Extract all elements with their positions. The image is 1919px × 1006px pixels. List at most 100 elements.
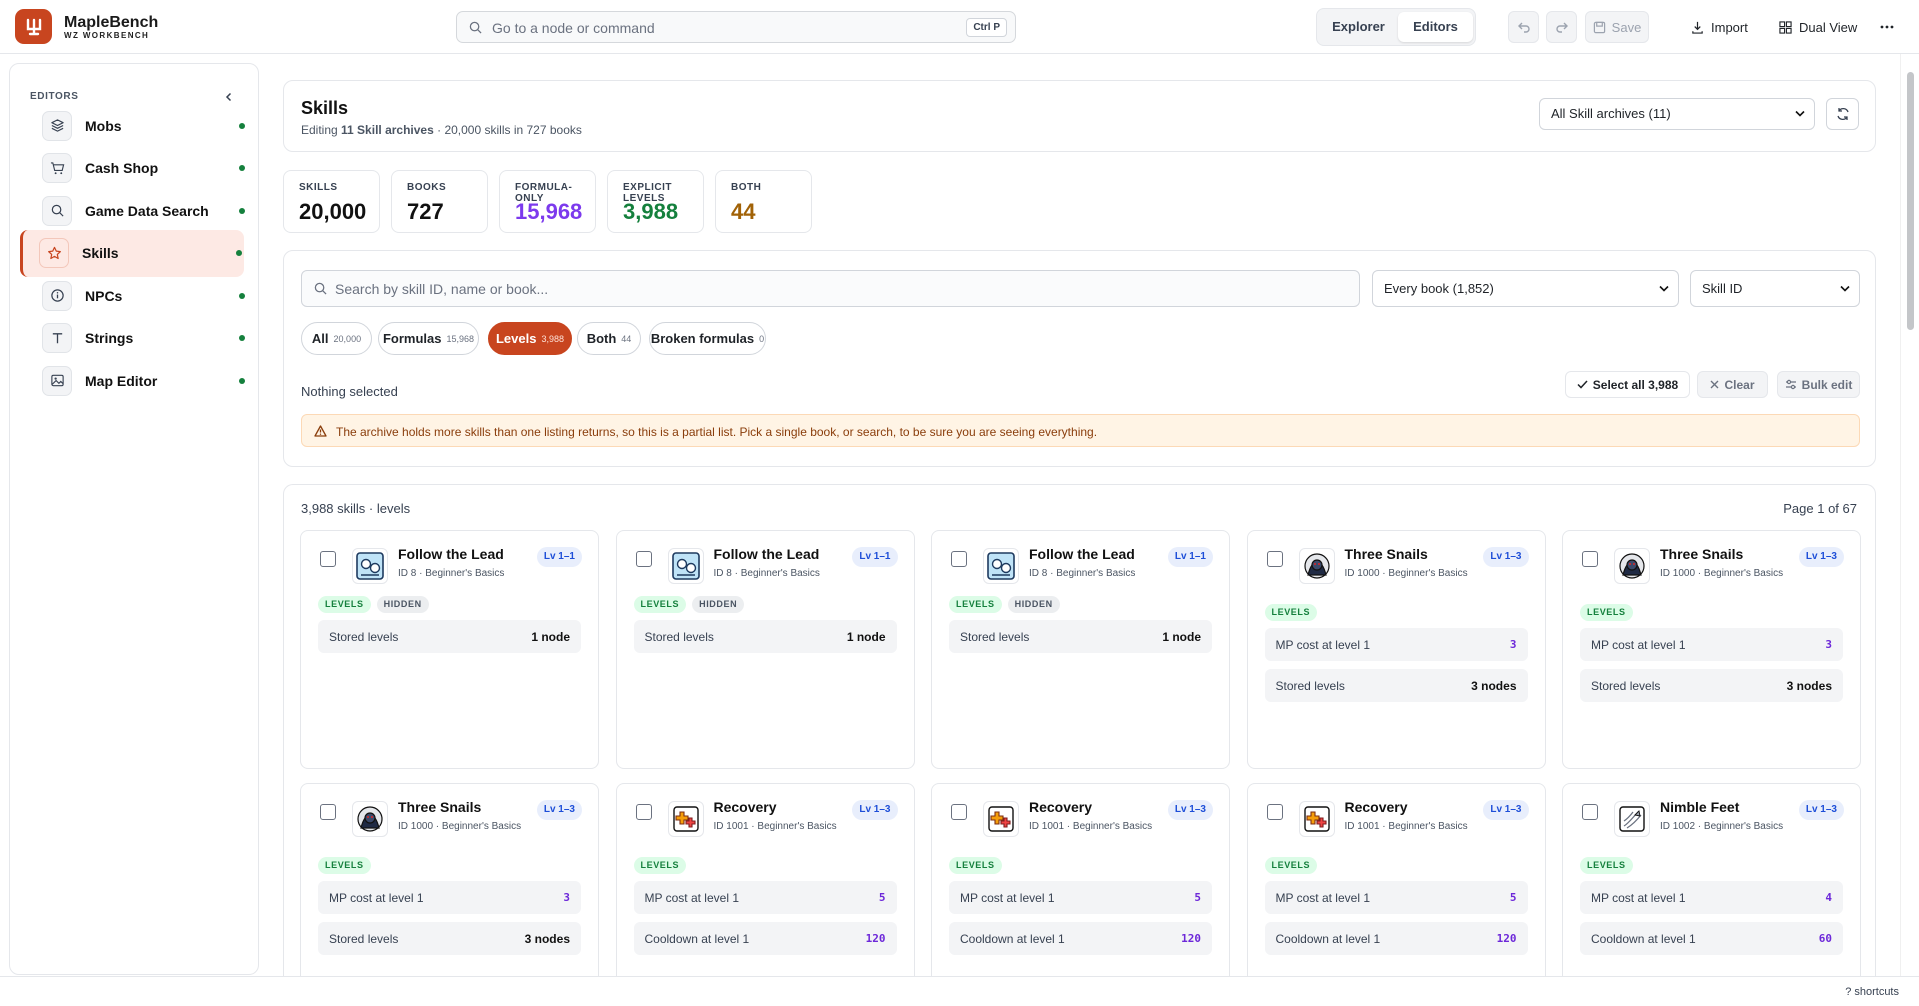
field-row[interactable]: Stored levels 3 nodes xyxy=(1580,669,1843,702)
field-row[interactable]: Cooldown at level 1 120 xyxy=(1264,922,1528,955)
skill-card[interactable]: Recovery ID 1001 · Beginner's Basics Lv 1–… xyxy=(1246,783,1546,976)
field-row[interactable]: Cooldown at level 1 120 xyxy=(633,922,897,955)
skill-card[interactable]: Follow the Lead ID 8 · Beginner's Basics L… xyxy=(615,530,915,769)
dual-view-label: Dual View xyxy=(1799,19,1858,35)
field-row[interactable]: Stored levels 1 node xyxy=(949,620,1212,653)
sidebar-item-cash-shop[interactable]: Cash Shop xyxy=(23,145,247,192)
field-row[interactable]: MP cost at level 1 5 xyxy=(633,881,897,914)
card-fields: Stored levels 1 node xyxy=(318,620,581,661)
field-label: MP cost at level 1 xyxy=(329,890,424,905)
filter-pill-broken-formulas[interactable]: Broken formulas 0 xyxy=(649,322,766,355)
card-checkbox[interactable] xyxy=(951,551,967,567)
mode-explorer-button[interactable]: Explorer xyxy=(1320,12,1397,42)
sidebar-item-npcs[interactable]: NPCs xyxy=(23,272,247,319)
skill-card[interactable]: Nimble Feet ID 1002 · Beginner's Basics Lv… xyxy=(1562,783,1861,976)
skill-card[interactable]: Three Snails ID 1000 · Beginner's Basics L… xyxy=(1562,530,1861,769)
shortcuts-hint[interactable]: ? shortcuts xyxy=(1845,986,1899,998)
field-row[interactable]: Stored levels 1 node xyxy=(633,620,897,653)
card-checkbox[interactable] xyxy=(951,804,967,820)
pill-label: Broken formulas xyxy=(650,331,755,346)
card-checkbox[interactable] xyxy=(320,804,336,820)
level-badge: Lv 1–3 xyxy=(852,800,898,820)
field-row[interactable]: MP cost at level 1 5 xyxy=(949,881,1212,914)
clear-button[interactable]: Clear xyxy=(1697,371,1768,398)
recovery-icon xyxy=(667,801,704,837)
scrollbar-thumb[interactable] xyxy=(1907,72,1914,330)
level-badge: Lv 1–3 xyxy=(1167,800,1213,820)
app-logo[interactable] xyxy=(15,9,52,44)
more-menu-button[interactable] xyxy=(1880,11,1894,43)
undo-button[interactable] xyxy=(1508,11,1539,43)
sidebar-item-label: Mobs xyxy=(85,117,122,134)
bulk-edit-button[interactable]: Bulk edit xyxy=(1777,371,1860,398)
card-fields: MP cost at level 1 3 Stored levels 3 nodes xyxy=(1264,628,1528,710)
main-scrollbar[interactable] xyxy=(1900,54,1919,976)
skill-card[interactable]: Recovery ID 1001 · Beginner's Basics Lv 1–… xyxy=(931,783,1230,976)
skill-search-input[interactable]: Search by skill ID, name or book... xyxy=(301,270,1360,307)
field-row[interactable]: Stored levels 1 node xyxy=(318,620,581,653)
field-value: 3 nodes xyxy=(1471,678,1517,693)
skill-card[interactable]: Three Snails ID 1000 · Beginner's Basics L… xyxy=(1246,530,1546,769)
filter-panel: Search by skill ID, name or book... Ever… xyxy=(283,250,1876,467)
card-checkbox[interactable] xyxy=(1582,804,1598,820)
skill-card[interactable]: Recovery ID 1001 · Beginner's Basics Lv 1–… xyxy=(615,783,915,976)
sidebar-item-map-editor[interactable]: Map Editor xyxy=(23,357,247,404)
mode-editors-button[interactable]: Editors xyxy=(1398,12,1473,42)
skill-card[interactable]: Follow the Lead ID 8 · Beginner's Basics L… xyxy=(300,530,599,769)
search-placeholder: Search by skill ID, name or book... xyxy=(335,281,549,297)
field-row[interactable]: Stored levels 3 nodes xyxy=(1264,669,1528,702)
card-checkbox[interactable] xyxy=(320,551,336,567)
field-value: 1 node xyxy=(1162,629,1201,644)
skill-card[interactable]: Three Snails ID 1000 · Beginner's Basics L… xyxy=(300,783,599,976)
filter-pill-all[interactable]: All 20,000 xyxy=(301,322,372,355)
field-row[interactable]: MP cost at level 1 5 xyxy=(1264,881,1528,914)
book-select[interactable]: Every book (1,852) xyxy=(1372,270,1679,307)
chevron-down-icon xyxy=(1795,110,1805,117)
card-checkbox[interactable] xyxy=(635,804,652,820)
filter-pill-both[interactable]: Both 44 xyxy=(577,322,641,355)
skill-card[interactable]: Follow the Lead ID 8 · Beginner's Basics L… xyxy=(931,530,1230,769)
save-button[interactable]: Save xyxy=(1585,11,1649,43)
editors-sidebar: EDITORS Mobs Cash Shop Game Data Search Ski… xyxy=(9,63,259,975)
card-checkbox[interactable] xyxy=(1266,804,1283,820)
stat-value: 727 xyxy=(407,199,444,224)
archive-select[interactable]: All Skill archives (11) xyxy=(1539,98,1815,130)
follow-lead-icon xyxy=(667,548,704,584)
field-label: MP cost at level 1 xyxy=(1275,890,1371,905)
field-row[interactable]: MP cost at level 1 3 xyxy=(1580,628,1843,661)
stat-card: FORMULA-ONLY 15,968 xyxy=(499,170,596,233)
skill-name: Recovery xyxy=(1344,799,1408,815)
dual-view-button[interactable]: Dual View xyxy=(1779,11,1857,43)
field-row[interactable]: Cooldown at level 1 120 xyxy=(949,922,1212,955)
sidebar-item-skills[interactable]: Skills xyxy=(20,229,244,277)
card-checkbox[interactable] xyxy=(1266,551,1283,567)
field-row[interactable]: MP cost at level 1 3 xyxy=(318,881,581,914)
card-checkbox[interactable] xyxy=(635,551,652,567)
card-fields: MP cost at level 1 5 Cooldown at level 1 12… xyxy=(949,881,1212,963)
level-badge: Lv 1–1 xyxy=(852,547,898,567)
card-checkbox[interactable] xyxy=(1582,551,1598,567)
stat-card: BOTH 44 xyxy=(715,170,812,233)
field-row[interactable]: MP cost at level 1 4 xyxy=(1580,881,1843,914)
filter-pill-levels[interactable]: Levels 3,988 xyxy=(488,322,572,355)
redo-icon xyxy=(1555,22,1568,33)
stat-card: EXPLICIT LEVELS 3,988 xyxy=(607,170,704,233)
field-row[interactable]: Stored levels 3 nodes xyxy=(318,922,581,955)
field-row[interactable]: Cooldown at level 1 60 xyxy=(1580,922,1843,955)
sidebar-item-game-data-search[interactable]: Game Data Search xyxy=(23,187,247,234)
field-value: 1 node xyxy=(846,629,886,644)
card-tags: LEVELS xyxy=(949,857,1002,874)
subtitle-archives: 11 Skill archives xyxy=(341,123,434,137)
command-shortcut: Ctrl P xyxy=(966,18,1007,37)
command-palette[interactable]: Go to a node or command Ctrl P xyxy=(456,11,1016,43)
filter-pill-formulas[interactable]: Formulas 15,968 xyxy=(378,322,479,355)
card-tags: LEVELS xyxy=(318,857,371,874)
sidebar-item-strings[interactable]: Strings xyxy=(23,315,247,362)
redo-button[interactable] xyxy=(1546,11,1577,43)
refresh-button[interactable] xyxy=(1826,98,1859,130)
import-button[interactable]: Import xyxy=(1691,11,1748,43)
sort-select[interactable]: Skill ID xyxy=(1690,270,1860,307)
sidebar-item-mobs[interactable]: Mobs xyxy=(23,102,247,149)
field-row[interactable]: MP cost at level 1 3 xyxy=(1264,628,1528,661)
select-all-button[interactable]: Select all 3,988 xyxy=(1565,371,1690,398)
